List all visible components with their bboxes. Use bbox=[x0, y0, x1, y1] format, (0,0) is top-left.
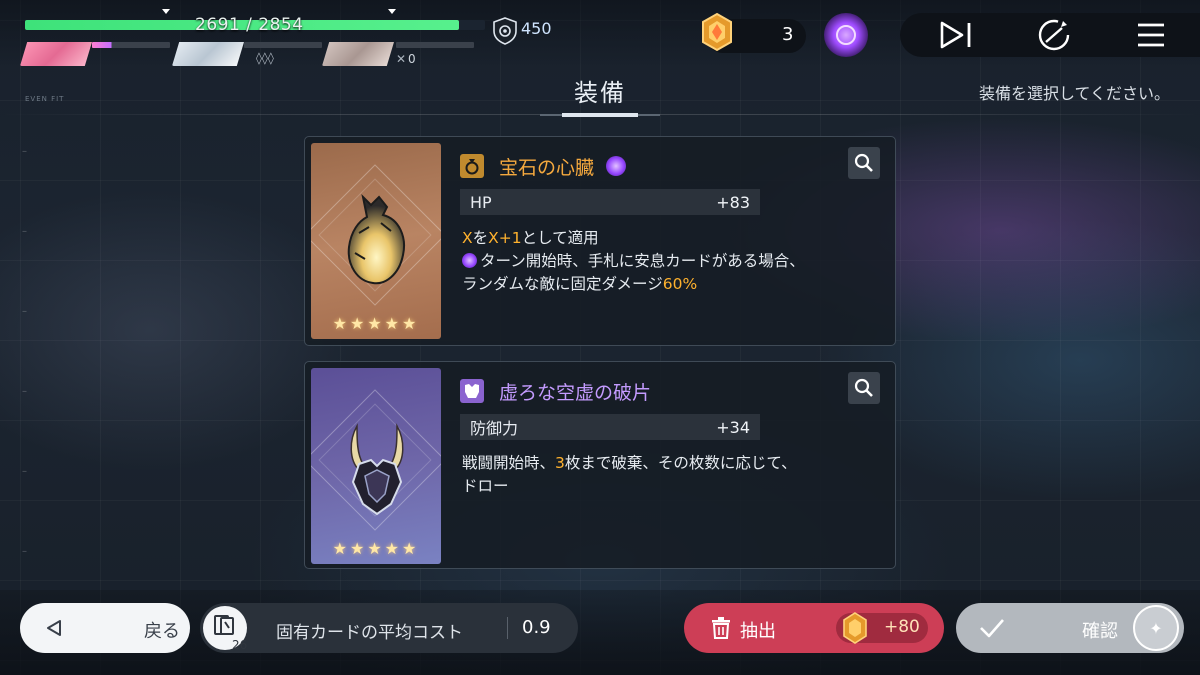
desc-highlight: 60% bbox=[662, 275, 698, 293]
grid-tick: – bbox=[22, 466, 27, 477]
equipment-1-art: ★★★★★ bbox=[311, 143, 441, 339]
rarity-stars: ★★★★★ bbox=[332, 539, 420, 558]
party-member-2-gauge bbox=[244, 42, 322, 48]
item-name: 宝石の心臓 bbox=[499, 156, 595, 179]
desc-highlight: X bbox=[462, 229, 473, 247]
desc-highlight: X+1 bbox=[488, 229, 522, 247]
back-button[interactable]: 戻る bbox=[20, 603, 190, 653]
sparkle-icon: ✦ bbox=[1133, 605, 1179, 651]
rarity-orb-icon bbox=[606, 156, 627, 176]
card-deck-icon bbox=[214, 615, 234, 635]
inspect-button[interactable] bbox=[848, 372, 880, 404]
item-description: XをX+1として適用 ターン開始時、手札に安息カードがある場合、 ランダムな敵に… bbox=[462, 227, 882, 296]
back-arrow-icon bbox=[47, 620, 61, 636]
extract-reward-value: +80 bbox=[884, 617, 920, 637]
check-icon bbox=[980, 619, 1004, 638]
equipment-card-1[interactable]: ★★★★★ 宝石の心臓 HP +83 XをX+1として適用 ターン開始時、手札に… bbox=[304, 136, 896, 346]
trash-icon bbox=[712, 617, 730, 639]
desc-text: ドロー bbox=[462, 477, 509, 495]
auto-button[interactable] bbox=[1034, 15, 1074, 55]
gem-count: 3 bbox=[782, 24, 794, 45]
deck-count: 26 bbox=[232, 638, 248, 652]
stat-label: HP bbox=[470, 192, 492, 212]
desc-text: ターン開始時、手札に安息カードがある場合、 bbox=[480, 252, 805, 270]
average-cost-value: 0.9 bbox=[522, 617, 551, 638]
stat-row: 防御力 +34 bbox=[460, 414, 760, 440]
hp-text: 2691 / 2854 bbox=[195, 15, 304, 35]
grid-tick: – bbox=[22, 306, 27, 317]
grid-tick: – bbox=[22, 386, 27, 397]
confirm-label: 確認 bbox=[1082, 621, 1118, 642]
equipment-2-art: ★★★★★ bbox=[311, 368, 441, 564]
desc-text: として適用 bbox=[521, 229, 599, 247]
skip-icon bbox=[940, 21, 971, 49]
equipment-card-2[interactable]: ★★★★★ 虚ろな空虚の破片 防御力 +34 戦闘開始時、3枚まで破棄、その枚数… bbox=[304, 361, 896, 569]
stat-label: 防御力 bbox=[470, 419, 519, 438]
party-member-3-avatar bbox=[322, 42, 394, 66]
drop-slots-icon: ◊◊◊ bbox=[256, 51, 274, 65]
item-name-row: 虚ろな空虚の破片 bbox=[460, 377, 651, 405]
stat-value: +83 bbox=[716, 192, 750, 212]
item-description: 戦闘開始時、3枚まで破棄、その枚数に応じて、 ドロー bbox=[462, 452, 882, 498]
rarity-stars: ★★★★★ bbox=[332, 314, 420, 333]
item-name-row: 宝石の心臓 bbox=[460, 152, 627, 180]
cost-divider bbox=[507, 617, 508, 639]
corner-tag: EVEN FIT bbox=[25, 95, 65, 103]
armor-icon bbox=[460, 379, 484, 403]
hp-marker-icon bbox=[162, 9, 170, 14]
auto-icon bbox=[1038, 19, 1070, 51]
party-member-3-gauge bbox=[396, 42, 474, 48]
page-subtitle: 装備を選択してください。 bbox=[978, 84, 1170, 103]
stat-value: +34 bbox=[716, 417, 750, 437]
menu-button[interactable] bbox=[1131, 15, 1171, 55]
grid-tick: – bbox=[22, 546, 27, 557]
back-label: 戻る bbox=[144, 621, 180, 642]
item-name: 虚ろな空虚の破片 bbox=[499, 381, 652, 404]
desc-text: 戦闘開始時、 bbox=[462, 454, 556, 472]
extract-label: 抽出 bbox=[740, 621, 776, 642]
desc-text: を bbox=[472, 229, 489, 247]
gem-icon bbox=[702, 12, 732, 52]
grid-tick: – bbox=[22, 226, 27, 237]
average-cost-label: 固有カードの平均コスト bbox=[276, 623, 463, 643]
party-member-1-gauge bbox=[92, 42, 170, 48]
desc-text: ランダムな敵に固定ダメージ bbox=[462, 275, 663, 293]
stat-row: HP +83 bbox=[460, 189, 760, 215]
gem-icon bbox=[843, 612, 867, 644]
title-underline bbox=[540, 113, 660, 117]
skip-button[interactable] bbox=[936, 15, 976, 55]
ring-icon bbox=[460, 154, 484, 178]
desc-highlight: 3 bbox=[555, 454, 565, 472]
hp-marker-icon bbox=[388, 9, 396, 14]
search-icon bbox=[854, 153, 873, 172]
party-member-2-avatar bbox=[172, 42, 244, 66]
grid-tick: – bbox=[22, 146, 27, 157]
party-member-1-avatar bbox=[20, 42, 92, 66]
party-extra-count: 0 bbox=[408, 52, 416, 66]
gem-heart-icon bbox=[347, 193, 405, 285]
shield-value: 450 bbox=[521, 19, 552, 38]
relic-orb-inner bbox=[836, 25, 856, 45]
hamburger-icon bbox=[1138, 23, 1164, 47]
search-icon bbox=[854, 378, 873, 397]
shield-icon bbox=[493, 17, 517, 45]
desc-text: 枚まで破棄、その枚数に応じて、 bbox=[564, 454, 797, 472]
inspect-button[interactable] bbox=[848, 147, 880, 179]
crossed-swords-icon: ✕ bbox=[396, 52, 407, 66]
void-shard-icon bbox=[350, 423, 404, 516]
rest-orb-icon bbox=[462, 253, 477, 268]
